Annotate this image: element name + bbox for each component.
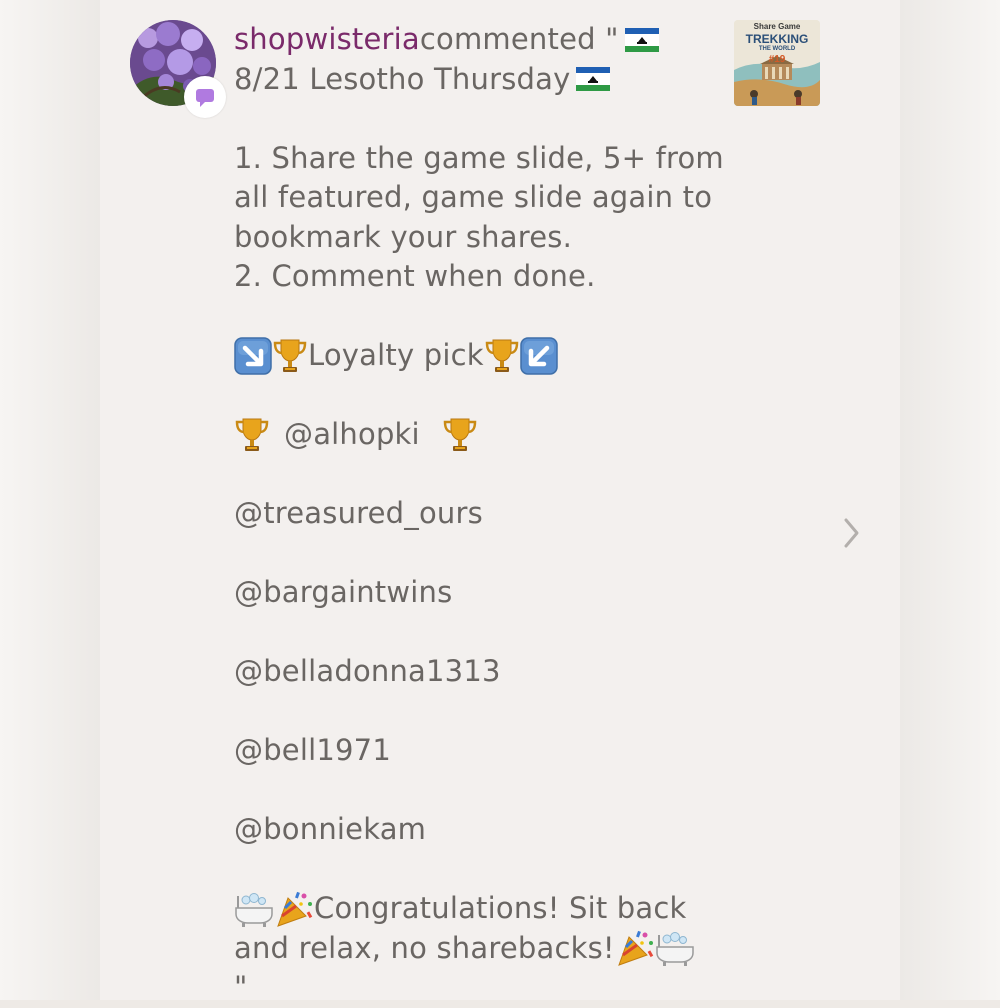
trophy-icon (234, 416, 270, 454)
party-popper-icon (274, 890, 314, 928)
mention[interactable]: @bell1971 (234, 731, 734, 771)
mention[interactable]: @belladonna1313 (234, 652, 734, 692)
bathtub-icon (655, 929, 695, 967)
notification-panel: shopwisteria commented " 8/21 Lesotho Th… (100, 0, 900, 1004)
winner-line: @alhopki (234, 415, 734, 455)
next-button[interactable] (842, 516, 862, 550)
rule-line: 1. Share the game slide, 5+ from (234, 140, 724, 175)
winner-mention[interactable]: @alhopki (284, 415, 420, 455)
mention[interactable]: @bonniekam (234, 810, 734, 850)
header-line: shopwisteria commented " (234, 20, 734, 60)
mention[interactable]: @treasured_ours (234, 494, 734, 534)
closing-text: and relax, no sharebacks! (234, 930, 615, 965)
comment-bubble-icon (196, 89, 214, 107)
bathtub-icon (234, 890, 274, 928)
thumbnail-subtitle: THE WORLD (758, 46, 796, 52)
trophy-icon (442, 416, 478, 454)
thumbnail-caption: Share Game (753, 22, 801, 31)
outer-margin-right (900, 0, 1000, 1000)
mention[interactable]: @bargaintwins (234, 573, 734, 613)
arrow-down-right-icon (234, 337, 272, 375)
lesotho-flag-icon (625, 28, 659, 52)
trophy-icon (484, 337, 520, 375)
username-link[interactable]: shopwisteria (234, 20, 420, 60)
lesotho-flag-icon (576, 67, 610, 91)
thumbnail-number: #19 (768, 54, 786, 65)
comment-text[interactable]: shopwisteria commented " 8/21 Lesotho Th… (234, 20, 734, 1008)
party-popper-icon (615, 929, 655, 967)
chevron-right-icon (844, 518, 859, 548)
rule-line: bookmark your shares. (234, 219, 572, 254)
date-text: 8/21 Lesotho Thursday (234, 61, 571, 96)
arrow-down-left-icon (520, 337, 558, 375)
closing-quote: " (234, 970, 248, 1004)
closing-line: Congratulations! Sit back (234, 889, 734, 929)
action-text: commented " (419, 22, 619, 56)
rule-line: 2. Comment when done. (234, 259, 596, 293)
thumbnail-title: TREKKING (745, 32, 809, 46)
comment-badge (184, 76, 226, 118)
trophy-icon (272, 337, 308, 375)
date-line: 8/21 Lesotho Thursday (234, 60, 734, 100)
outer-margin-left (0, 0, 100, 1000)
listing-thumbnail[interactable]: Share Game TREKKING THE WORLD #19 (734, 20, 820, 106)
closing-line: and relax, no sharebacks! (234, 929, 734, 969)
closing-text: Congratulations! Sit back (314, 891, 687, 925)
rule-line: all featured, game slide again to (234, 180, 713, 214)
loyalty-label: Loyalty pick (308, 338, 484, 372)
loyalty-line: Loyalty pick (234, 336, 734, 376)
